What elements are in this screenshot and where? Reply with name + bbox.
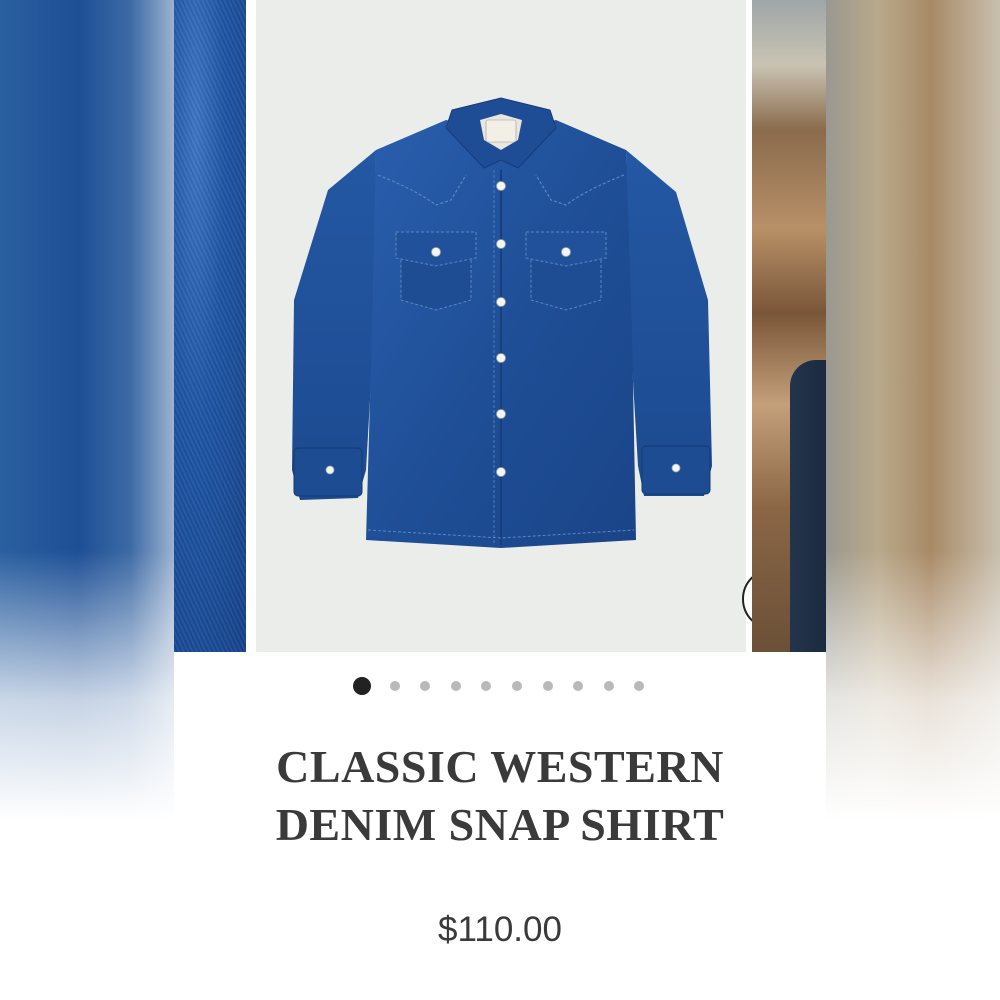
product-card: CLASSIC WESTERN DENIM SNAP SHIRT $110.00 xyxy=(174,0,826,1000)
product-price: $110.00 xyxy=(438,910,562,949)
model-figure xyxy=(790,360,826,652)
pagination-dot[interactable] xyxy=(481,681,492,691)
pagination-dot[interactable] xyxy=(634,681,645,691)
pagination-dot[interactable] xyxy=(573,681,584,691)
previous-slide-denim-texture[interactable] xyxy=(174,0,246,652)
next-slide-lifestyle[interactable] xyxy=(752,0,826,652)
pagination-dot[interactable] xyxy=(450,681,461,691)
product-title-line-1: CLASSIC WESTERN xyxy=(276,741,724,792)
carousel-pagination xyxy=(174,677,826,695)
background-blur-right xyxy=(826,0,1000,1000)
background-blur-left xyxy=(0,0,174,1000)
product-title-line-2: DENIM SNAP SHIRT xyxy=(275,799,725,850)
product-title: CLASSIC WESTERN DENIM SNAP SHIRT xyxy=(214,738,786,854)
image-carousel[interactable] xyxy=(174,0,826,652)
pagination-dot[interactable] xyxy=(512,681,522,691)
pagination-dot[interactable] xyxy=(542,681,553,691)
denim-shirt-image xyxy=(292,97,712,548)
pagination-dot[interactable] xyxy=(603,681,614,691)
pagination-dot[interactable] xyxy=(389,681,400,691)
pagination-dot[interactable] xyxy=(420,681,431,691)
pagination-dot-active[interactable] xyxy=(353,677,371,695)
current-slide-shirt[interactable] xyxy=(256,0,804,652)
